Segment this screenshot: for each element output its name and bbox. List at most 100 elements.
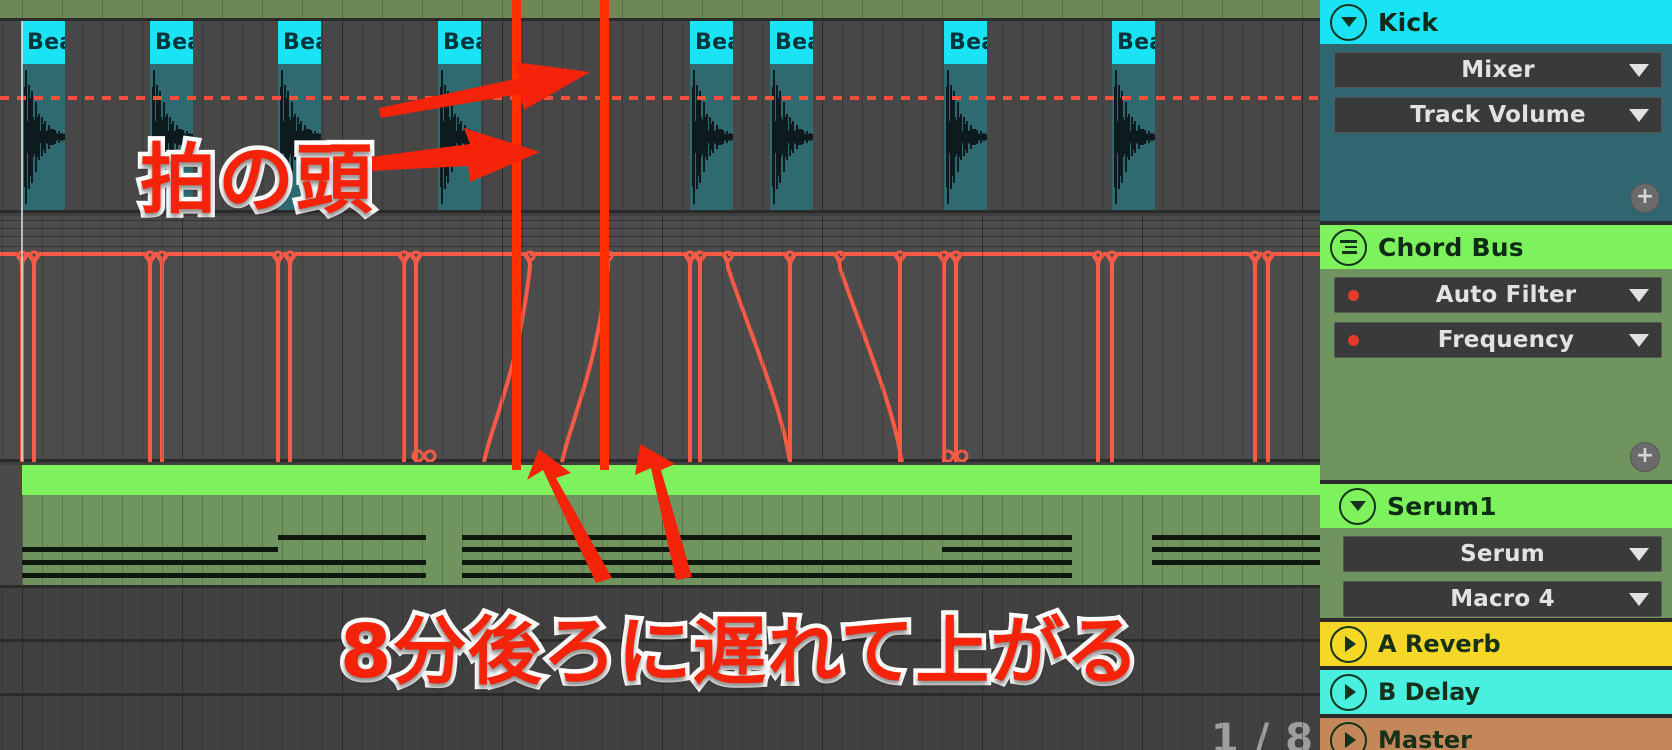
midi-note[interactable]	[278, 535, 426, 540]
chevron-down-circle-icon[interactable]	[1339, 487, 1376, 525]
envelope-breakpoint[interactable]	[272, 250, 284, 262]
playhead-marker[interactable]	[21, 21, 23, 461]
envelope-breakpoint[interactable]	[950, 250, 962, 262]
midi-clip-serum[interactable]	[22, 465, 1320, 585]
track-lane-empty-1[interactable]	[0, 585, 1320, 639]
play-circle-icon[interactable]	[1330, 721, 1367, 750]
track-lane-empty-2[interactable]	[0, 639, 1320, 693]
audio-clip-kick[interactable]: Bea	[770, 21, 813, 210]
parameter-chooser-frequency[interactable]: Frequency	[1334, 322, 1662, 358]
audio-waveform	[770, 64, 813, 210]
device-chooser-auto-filter[interactable]: Auto Filter	[1334, 277, 1662, 313]
midi-note[interactable]	[942, 573, 1072, 578]
midi-note[interactable]	[1152, 535, 1320, 540]
list-circle-icon[interactable]	[1330, 228, 1367, 266]
envelope-breakpoint[interactable]	[28, 250, 40, 262]
midi-note[interactable]	[22, 573, 278, 578]
audio-clip-kick[interactable]: Bea	[1112, 21, 1155, 210]
panel-row-b-delay[interactable]: B Delay	[1320, 670, 1672, 714]
panel-group-serum1[interactable]: Serum1 Serum Macro 4	[1320, 484, 1672, 618]
panel-row-master[interactable]: Master	[1320, 718, 1672, 750]
midi-note[interactable]	[462, 547, 682, 552]
chevron-down-icon[interactable]	[1629, 288, 1649, 302]
midi-note[interactable]	[942, 535, 1072, 540]
audio-clip-kick[interactable]: Bea	[438, 21, 481, 210]
audio-clip-kick[interactable]: Bea	[278, 21, 321, 210]
grid-beat-line	[482, 495, 483, 585]
grid-beat-line	[922, 21, 923, 210]
envelope-breakpoint[interactable]	[144, 250, 156, 262]
overview-tick	[262, 0, 263, 18]
panel-group-header-kick[interactable]: Kick	[1320, 0, 1672, 44]
midi-note[interactable]	[942, 560, 1072, 565]
envelope-breakpoint[interactable]	[784, 250, 796, 262]
track-lane-kick[interactable]: Bea Bea Bea Bea Bea Bea Bea Bea	[0, 21, 1320, 213]
midi-note[interactable]	[1152, 560, 1320, 565]
envelope-breakpoint[interactable]	[284, 250, 296, 262]
grid-beat-line	[602, 588, 603, 639]
audio-clip-kick[interactable]: Bea	[150, 21, 193, 210]
midi-clip-header[interactable]	[22, 465, 1320, 495]
parameter-chooser-macro-4[interactable]: Macro 4	[1343, 581, 1662, 617]
midi-note[interactable]	[682, 560, 942, 565]
grid-bar-line	[182, 696, 183, 750]
add-parameter-button[interactable]: +	[1630, 442, 1660, 472]
track-lane-chord-bus-automation[interactable]	[0, 216, 1320, 462]
midi-note[interactable]	[462, 560, 682, 565]
chevron-down-icon[interactable]	[1629, 333, 1649, 347]
panel-group-kick[interactable]: Kick Mixer Track Volume +	[1320, 0, 1672, 221]
midi-note[interactable]	[278, 573, 426, 578]
midi-note[interactable]	[942, 547, 1072, 552]
midi-note[interactable]	[1152, 547, 1320, 552]
panel-group-chord-bus[interactable]: Chord Bus Auto Filter Frequency +	[1320, 225, 1672, 480]
grid-beat-line	[1122, 642, 1123, 693]
envelope-breakpoint[interactable]	[410, 250, 422, 262]
envelope-breakpoint[interactable]	[941, 449, 955, 462]
add-parameter-button[interactable]: +	[1630, 183, 1660, 213]
panel-group-header-chord-bus[interactable]: Chord Bus	[1320, 225, 1672, 269]
play-circle-icon[interactable]	[1330, 673, 1367, 711]
chevron-down-icon[interactable]	[1629, 108, 1649, 122]
envelope-breakpoint[interactable]	[423, 449, 437, 462]
play-circle-icon[interactable]	[1330, 625, 1367, 663]
chevron-down-icon[interactable]	[1629, 547, 1649, 561]
grid-bar-line	[822, 696, 823, 750]
audio-clip-kick[interactable]: Bea	[690, 21, 733, 210]
arrangement-overview-strip[interactable]	[0, 0, 1320, 18]
envelope-breakpoint[interactable]	[1249, 250, 1261, 262]
chevron-down-icon[interactable]	[1629, 63, 1649, 77]
grid-beat-line	[302, 216, 303, 459]
locator-line-1[interactable]	[512, 0, 521, 470]
envelope-breakpoint[interactable]	[1106, 250, 1118, 262]
grid-beat-line	[1042, 216, 1043, 459]
waveform-bar	[1153, 134, 1155, 140]
midi-note[interactable]	[22, 547, 278, 552]
audio-clip-kick[interactable]: Bea	[944, 21, 987, 210]
locator-line-2[interactable]	[600, 0, 609, 470]
envelope-breakpoint[interactable]	[684, 250, 696, 262]
midi-note[interactable]	[278, 560, 426, 565]
envelope-breakpoint[interactable]	[1262, 250, 1274, 262]
panel-group-header-serum1[interactable]: Serum1	[1320, 484, 1672, 528]
midi-note[interactable]	[462, 573, 682, 578]
midi-note[interactable]	[462, 535, 682, 540]
chevron-down-circle-icon[interactable]	[1330, 3, 1367, 41]
track-lane-empty-3[interactable]: 1 / 8	[0, 693, 1320, 750]
grid-beat-line	[882, 21, 883, 210]
audio-clip-title: Bea	[438, 21, 481, 64]
midi-note[interactable]	[682, 573, 942, 578]
panel-row-a-reverb[interactable]: A Reverb	[1320, 622, 1672, 666]
grid-beat-line	[142, 21, 143, 210]
panel-group-title: Chord Bus	[1378, 232, 1524, 262]
arrangement-area[interactable]: Bea Bea Bea Bea Bea Bea Bea Bea 1 / 8	[0, 0, 1320, 750]
midi-note[interactable]	[22, 560, 278, 565]
device-chooser-serum[interactable]: Serum	[1343, 536, 1662, 572]
midi-note[interactable]	[682, 535, 942, 540]
track-lane-serum[interactable]	[0, 465, 1320, 585]
audio-clip-kick[interactable]: Bea	[22, 21, 65, 210]
envelope-breakpoint[interactable]	[1092, 250, 1104, 262]
device-chooser-mixer[interactable]: Mixer	[1334, 52, 1662, 88]
parameter-chooser-track-volume[interactable]: Track Volume	[1334, 97, 1662, 133]
automation-target-panel[interactable]: Kick Mixer Track Volume + Chord Bus Auto…	[1320, 0, 1672, 750]
chevron-down-icon[interactable]	[1629, 592, 1649, 606]
